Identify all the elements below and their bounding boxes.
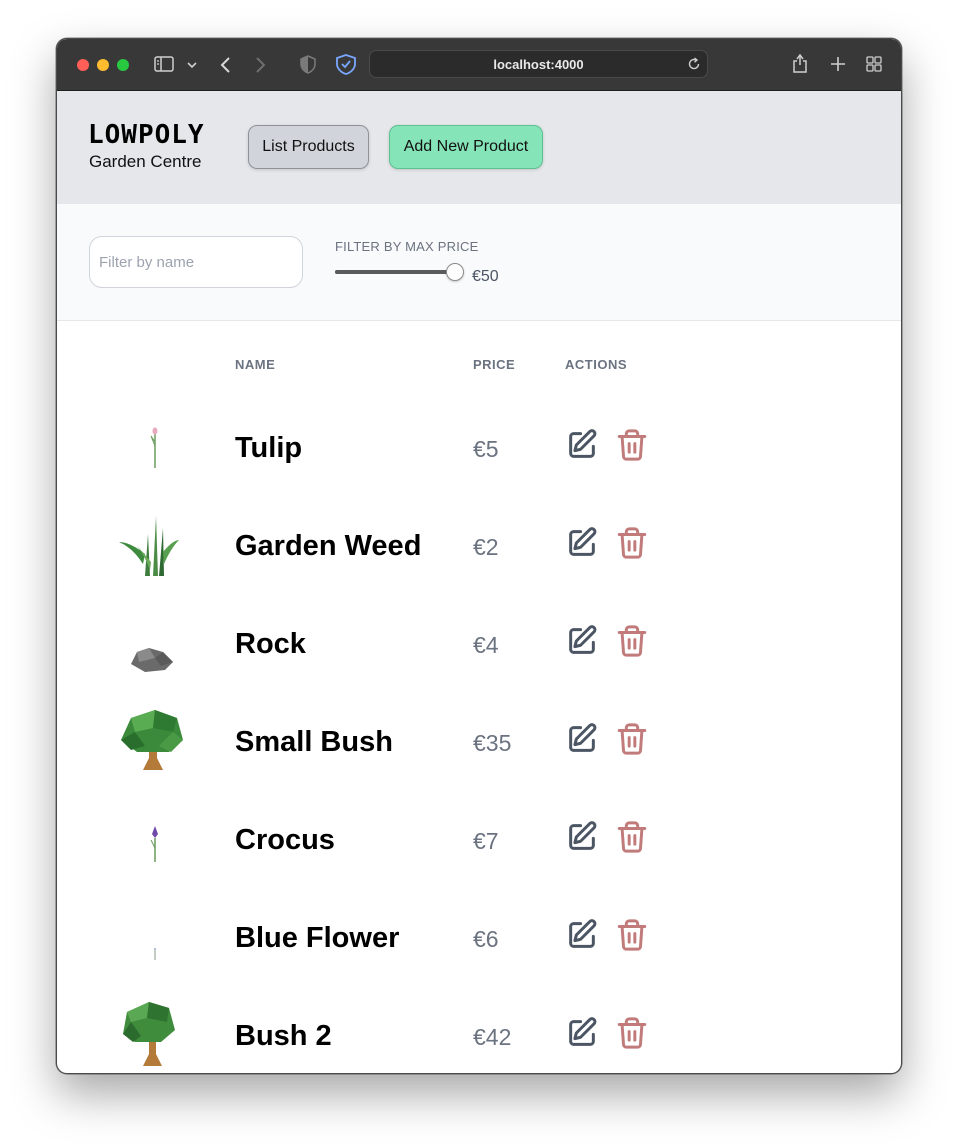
column-header-actions: ACTIONS: [565, 357, 627, 372]
table-row: Bush 2 €42: [57, 984, 901, 1073]
sidebar-icon[interactable]: [154, 56, 174, 72]
product-image-rock: [131, 648, 173, 672]
max-price-slider[interactable]: [335, 263, 464, 281]
delete-icon[interactable]: [615, 820, 649, 854]
list-products-button[interactable]: List Products: [248, 125, 369, 169]
browser-toolbar: localhost:4000: [57, 39, 901, 91]
product-image-bush: [123, 1002, 175, 1066]
product-price: €7: [473, 828, 499, 854]
product-image-weed: [119, 516, 179, 576]
reload-icon[interactable]: [687, 57, 701, 71]
edit-icon[interactable]: [565, 428, 599, 462]
forward-icon[interactable]: [255, 56, 267, 74]
delete-icon[interactable]: [615, 722, 649, 756]
share-icon[interactable]: [792, 53, 808, 73]
product-price: €2: [473, 534, 499, 560]
product-price: €35: [473, 730, 512, 756]
back-icon[interactable]: [219, 56, 231, 74]
new-tab-icon[interactable]: [830, 56, 846, 72]
delete-icon[interactable]: [615, 526, 649, 560]
app-header: LOWPOLY Garden Centre List Products Add …: [57, 91, 901, 204]
column-header-price: PRICE: [473, 357, 516, 372]
slider-thumb[interactable]: [446, 263, 464, 281]
product-name: Blue Flower: [235, 922, 400, 954]
edit-icon[interactable]: [565, 722, 599, 756]
delete-icon[interactable]: [615, 1016, 649, 1050]
table-row: Crocus €7: [57, 788, 901, 886]
chevron-down-icon[interactable]: [187, 61, 197, 69]
product-name: Rock: [235, 628, 306, 660]
table-row: Blue Flower €6: [57, 886, 901, 984]
product-price: €4: [473, 632, 499, 658]
privacy-shield-icon[interactable]: [300, 55, 316, 74]
edit-icon[interactable]: [565, 624, 599, 658]
close-window-button[interactable]: [77, 59, 89, 71]
product-name: Tulip: [235, 432, 303, 464]
browser-window: localhost:4000 LOWPOLY Garden Centre Lis…: [56, 38, 902, 1074]
url-text: localhost:4000: [493, 57, 584, 72]
product-image-small-bush: [121, 710, 183, 770]
product-price: €6: [473, 926, 499, 952]
minimize-window-button[interactable]: [97, 59, 109, 71]
product-name: Bush 2: [235, 1020, 332, 1052]
product-name: Crocus: [235, 824, 335, 856]
logo-subtitle: Garden Centre: [89, 152, 202, 171]
zoom-window-button[interactable]: [117, 59, 129, 71]
edit-icon[interactable]: [565, 526, 599, 560]
edit-icon[interactable]: [565, 918, 599, 952]
max-price-label: FILTER BY MAX PRICE: [335, 239, 479, 254]
add-new-product-button[interactable]: Add New Product: [389, 125, 543, 169]
slider-fill: [335, 270, 455, 274]
product-image-blue-flower: [154, 948, 156, 960]
delete-icon[interactable]: [615, 428, 649, 462]
table-row: Small Bush €35: [57, 690, 901, 788]
address-bar[interactable]: localhost:4000: [369, 50, 708, 78]
product-name: Small Bush: [235, 726, 393, 758]
product-image-tulip: [150, 427, 158, 468]
product-price: €42: [473, 1024, 512, 1050]
edit-icon[interactable]: [565, 1016, 599, 1050]
password-manager-icon[interactable]: [336, 54, 356, 75]
max-price-value: €50: [472, 268, 499, 285]
filter-bar: FILTER BY MAX PRICE €50: [57, 204, 901, 321]
column-header-name: NAME: [235, 357, 276, 372]
delete-icon[interactable]: [615, 624, 649, 658]
edit-icon[interactable]: [565, 820, 599, 854]
product-name: Garden Weed: [235, 530, 422, 562]
product-image-crocus: [150, 826, 158, 862]
delete-icon[interactable]: [615, 918, 649, 952]
table-row: Rock €4: [57, 592, 901, 690]
product-price: €5: [473, 436, 499, 462]
tab-overview-icon[interactable]: [866, 56, 882, 72]
filter-by-name-input[interactable]: [89, 236, 303, 288]
table-row: Tulip €5: [57, 396, 901, 494]
table-row: Garden Weed €2: [57, 494, 901, 592]
logo-title: LOWPOLY: [88, 120, 205, 150]
